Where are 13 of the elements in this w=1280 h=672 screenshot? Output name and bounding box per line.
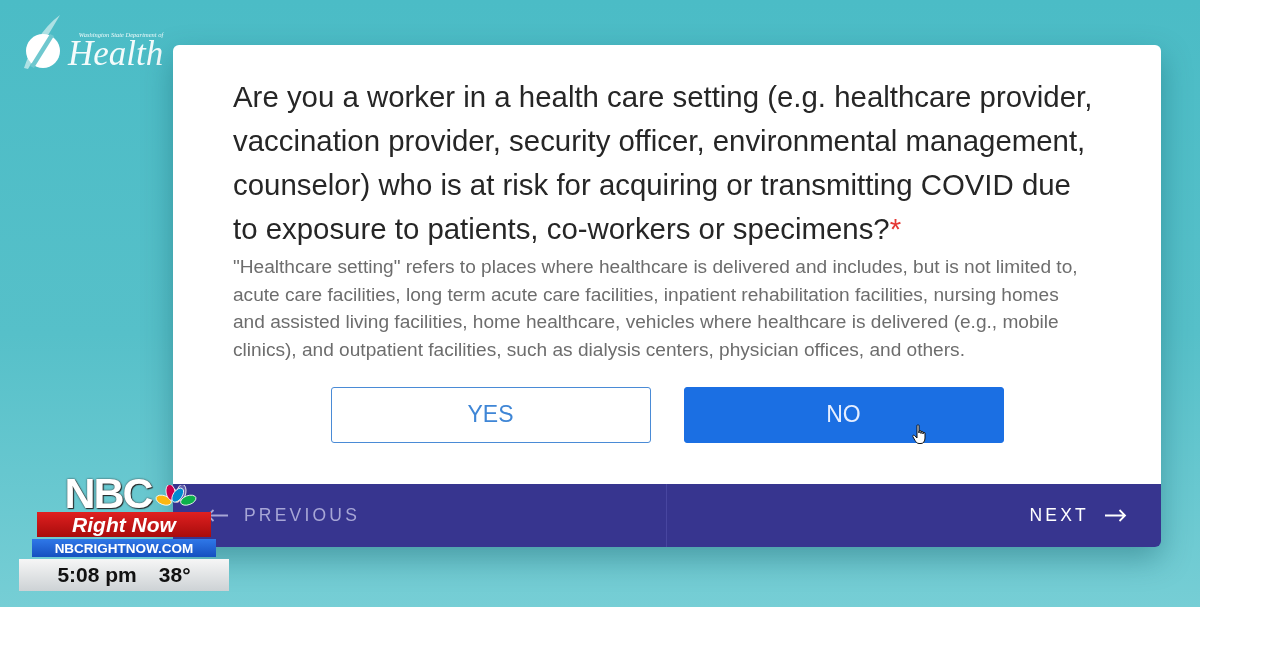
question-description: "Healthcare setting" refers to places where healthcare is delivered and includes, but is not limited to, acute care facilities, long term acute care facilities, inpatient rehabilitation facilities, nursing homes and assisted living facilities, home healthcare, vehicles where healthcare is delivered (e.g., mobile clinics), and outpatient facilities, such as dialysis centers, physician offices, and others. [233, 255, 1079, 363]
temperature-text: 38° [158, 563, 191, 587]
next-button[interactable]: NEXT [666, 484, 1161, 547]
answer-button[interactable]: YES [330, 386, 651, 443]
hand-cursor-icon [912, 423, 929, 445]
answer-button[interactable]: NO [683, 386, 1004, 443]
logo-title: Health [68, 38, 164, 70]
time-text: 5:08 pm [57, 563, 137, 587]
arrow-right-icon [1104, 509, 1127, 522]
show-title-banner: Right Now [37, 512, 211, 537]
network-logo-text: NBC [64, 474, 152, 512]
question-text: Are you a worker in a health care setting (e.g. healthcare provider, vaccination provider, security officer, environmental management, counselor) who is at risk for acquiring or transmitting COVID due to exposure to patients, co-workers or specimens?* [233, 79, 1094, 247]
website-banner: NBCRIGHTNOW.COM [32, 539, 216, 557]
